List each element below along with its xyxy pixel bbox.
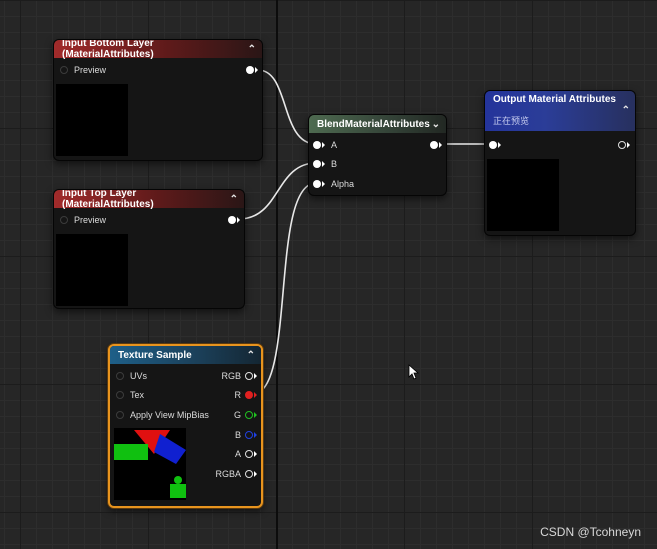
pin-input-icon[interactable] [116,411,124,419]
pin-row-b: B [235,427,257,443]
pin-label: RGB [221,371,241,381]
pin-label: Apply View MipBias [130,410,209,420]
chevron-down-icon[interactable]: ⌄ [432,119,440,130]
pin-output-icon[interactable] [245,450,253,458]
pin-output-icon[interactable] [246,66,254,74]
pin-row-rgb: RGB [221,368,257,384]
pin-label: A [331,140,338,150]
chevron-up-icon[interactable]: ⌃ [230,194,238,205]
pin-output-icon[interactable] [245,411,253,419]
pin-label: Preview [74,65,107,75]
pin-input-icon[interactable] [313,160,321,168]
arrow-icon [254,392,257,398]
node-title: Input Bottom Layer (MaterialAttributes) [62,39,154,60]
arrow-icon [254,471,257,477]
node-title: Output Material Attributes [493,94,616,105]
pin-row-tex: Tex [116,387,144,403]
node-title: Texture Sample [118,349,192,361]
node-header[interactable]: Input Bottom Layer (MaterialAttributes) … [54,39,262,60]
texture-sample-node[interactable]: Texture Sample ⌃ UVs Tex Apply View MipB… [108,344,263,508]
pin-input-icon[interactable] [313,180,321,188]
arrow-icon [322,181,325,187]
pin-row-alpha: Alpha [313,176,354,192]
texture-preview-thumbnail [114,428,186,500]
pin-row-input [489,137,501,153]
pin-output-icon[interactable] [228,216,236,224]
arrow-icon [322,142,325,148]
pin-label: RGBA [215,469,241,479]
pin-output-icon[interactable] [245,372,253,380]
preview-thumbnail [56,84,128,156]
output-pin[interactable] [618,137,630,153]
pin-row-preview: Preview [60,212,106,228]
output-pin[interactable] [430,137,442,153]
arrow-icon [627,142,630,148]
input-top-layer-node[interactable]: Input Top Layer (MaterialAttributes) ⌃ P… [53,189,245,309]
output-pin[interactable] [228,212,240,228]
node-header[interactable]: BlendMaterialAttributes ⌄ [309,115,446,133]
arrow-icon [439,142,442,148]
node-header[interactable]: Output Material Attributes 正在预览 ⌃ [485,91,635,131]
pin-row-b: B [313,156,337,172]
node-header[interactable]: Texture Sample ⌃ [110,346,261,364]
pin-label: Preview [74,215,107,225]
pin-label: A [234,449,241,459]
pin-input-icon[interactable] [116,391,124,399]
pin-output-icon[interactable] [245,470,253,478]
arrow-icon [237,217,240,223]
chevron-up-icon[interactable]: ⌃ [247,350,255,361]
arrow-icon [322,161,325,167]
pin-output-icon[interactable] [618,141,626,149]
arrow-icon [498,142,501,148]
pin-label: B [331,159,338,169]
pin-row-uvs: UVs [116,368,147,384]
pin-label: UVs [130,371,148,381]
input-bottom-layer-node[interactable]: Input Bottom Layer (MaterialAttributes) … [53,39,263,161]
pin-row-mipbias: Apply View MipBias [116,407,209,423]
pin-output-icon[interactable] [430,141,438,149]
pin-input-icon[interactable] [313,141,321,149]
node-title: BlendMaterialAttributes [317,118,430,130]
node-subtitle: 正在预览 [493,116,530,126]
arrow-icon [255,67,258,73]
node-title: Input Top Layer (MaterialAttributes) [62,189,154,210]
arrow-icon [254,412,257,418]
mouse-cursor-icon [408,364,420,380]
watermark: CSDN @Tcohneyn [540,525,641,539]
preview-thumbnail [487,159,559,231]
pin-label: B [234,430,241,440]
pin-row-g: G [234,407,257,423]
pin-output-icon[interactable] [245,391,253,399]
pin-label: R [234,390,242,400]
output-material-attributes-node[interactable]: Output Material Attributes 正在预览 ⌃ [484,90,636,236]
pin-label: Tex [130,390,145,400]
pin-label: G [233,410,241,420]
pin-input-icon[interactable] [116,372,124,380]
wire-top-to-b [238,162,317,220]
output-pin[interactable] [246,62,258,78]
arrow-icon [254,432,257,438]
blend-material-attributes-node[interactable]: BlendMaterialAttributes ⌄ A B Alpha [308,114,447,196]
pin-row-a: A [313,137,337,153]
chevron-up-icon[interactable]: ⌃ [622,105,630,116]
pin-input-icon[interactable] [60,216,68,224]
pin-input-icon[interactable] [60,66,68,74]
arrow-icon [254,451,257,457]
pin-output-icon[interactable] [245,431,253,439]
pin-label: Alpha [331,179,355,189]
node-header[interactable]: Input Top Layer (MaterialAttributes) ⌃ [54,189,244,210]
chevron-up-icon[interactable]: ⌃ [248,44,256,55]
pin-row-r: R [234,387,257,403]
pin-input-icon[interactable] [489,141,497,149]
preview-thumbnail [56,234,128,306]
pin-row-preview: Preview [60,62,106,78]
pin-row-rgba: RGBA [215,466,257,482]
pin-row-a: A [235,446,257,462]
arrow-icon [254,373,257,379]
